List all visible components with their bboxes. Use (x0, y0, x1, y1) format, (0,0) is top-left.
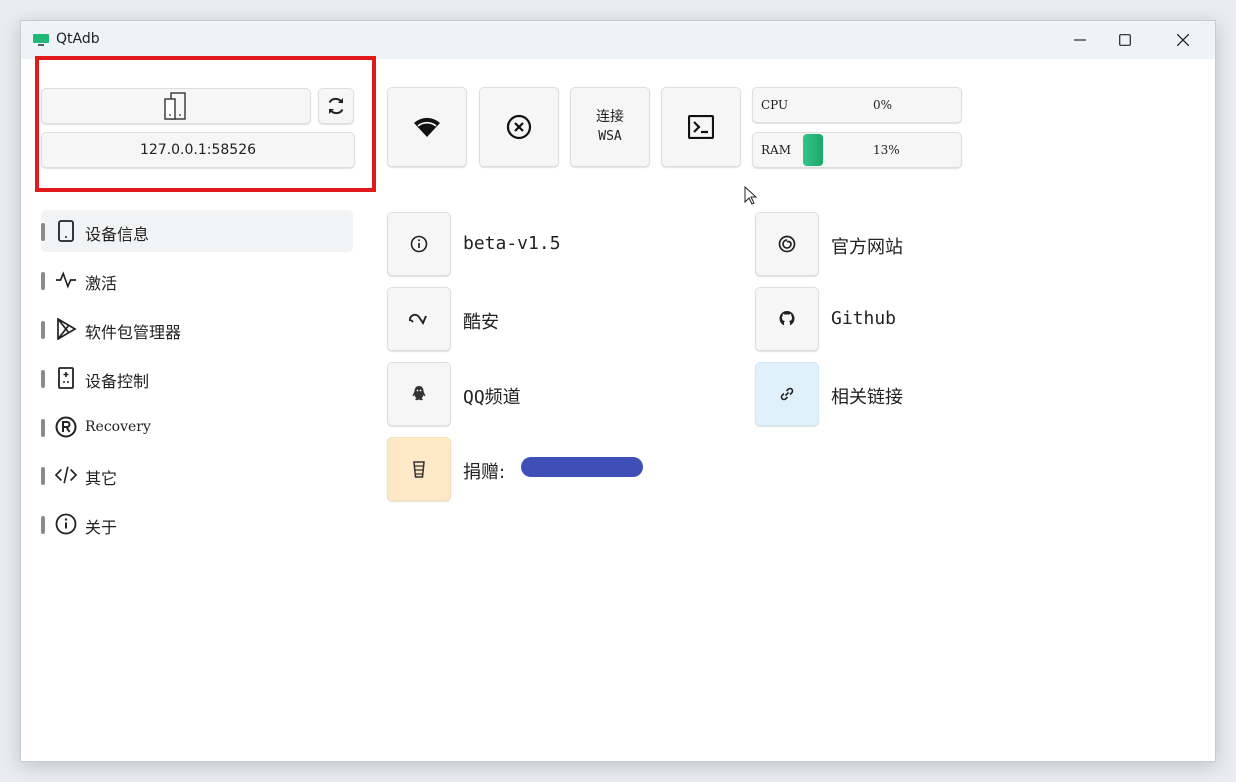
close-circle-icon (506, 114, 532, 140)
coolapk-icon (408, 313, 427, 325)
ram-meter: RAM 13% (752, 132, 962, 168)
disconnect-button[interactable] (479, 87, 559, 167)
phone-icon (55, 220, 77, 242)
close-button[interactable] (1160, 27, 1206, 53)
ram-label: RAM (761, 143, 791, 157)
nav-indicator (41, 370, 45, 388)
connect-wsa-button[interactable]: 连接 WSA (570, 87, 650, 167)
terminal-button[interactable] (661, 87, 741, 167)
title-bar: QtAdb (21, 21, 1215, 59)
website-button[interactable] (755, 212, 819, 276)
wsa-label-line2: WSA (598, 129, 622, 144)
wifi-button[interactable] (387, 87, 467, 167)
nav-indicator (41, 419, 45, 437)
sidebar-item-label: 设备控制 (85, 372, 150, 391)
qq-channel-button[interactable] (387, 362, 451, 426)
info-circle-icon (55, 513, 77, 535)
sidebar-item-label: 设备信息 (85, 225, 150, 244)
sidebar-item-recovery[interactable]: Recovery (41, 406, 353, 448)
code-icon (55, 464, 77, 486)
coolapk-text[interactable]: 酷安 (463, 308, 499, 334)
donate-button[interactable] (387, 437, 451, 501)
device-select-button[interactable] (41, 88, 311, 124)
sidebar-item-label: Recovery (85, 419, 151, 435)
github-icon (779, 311, 795, 326)
ram-usage-bar (803, 134, 823, 166)
terminal-icon (688, 115, 714, 139)
maximize-button[interactable] (1102, 27, 1148, 53)
activity-icon (55, 269, 77, 291)
refresh-button[interactable] (318, 88, 354, 124)
play-store-icon (55, 318, 77, 340)
donate-text: 捐赠: (463, 462, 506, 483)
sidebar-item-label: 激活 (85, 274, 118, 293)
coffee-cup-icon (413, 461, 425, 478)
nav-indicator (41, 272, 45, 290)
website-text[interactable]: 官方网站 (831, 233, 903, 259)
minimize-icon (1074, 39, 1086, 41)
version-text: beta-v1.5 (463, 233, 561, 254)
sidebar-item-label: 软件包管理器 (85, 323, 182, 342)
mouse-cursor-icon (744, 186, 758, 205)
related-links-text[interactable]: 相关链接 (831, 383, 903, 409)
cpu-value: 0% (873, 98, 893, 112)
minimize-button[interactable] (1057, 27, 1103, 53)
window-title: QtAdb (56, 31, 100, 47)
nav-indicator (41, 516, 45, 534)
app-window: QtAdb 127.0.0.1:58526 设备信息 激活 软件包管理器 设备控… (20, 20, 1216, 762)
device-address-button[interactable]: 127.0.0.1:58526 (41, 132, 355, 168)
qq-penguin-icon (412, 386, 426, 401)
info-icon (410, 235, 428, 253)
sidebar-item-activate[interactable]: 激活 (41, 259, 353, 301)
refresh-icon (328, 97, 344, 115)
sidebar-item-package-manager[interactable]: 软件包管理器 (41, 308, 353, 350)
nav-indicator (41, 223, 45, 241)
coolapk-button[interactable] (387, 287, 451, 351)
close-icon (1177, 34, 1189, 46)
cpu-label: CPU (761, 98, 789, 112)
redacted-content (521, 457, 643, 477)
related-links-button[interactable] (755, 362, 819, 426)
sidebar-item-other[interactable]: 其它 (41, 454, 353, 496)
sidebar-item-device-control[interactable]: 设备控制 (41, 357, 353, 399)
remote-control-icon (55, 367, 77, 389)
sidebar-item-device-info[interactable]: 设备信息 (41, 210, 353, 252)
wsa-label-line1: 连接 (596, 109, 624, 125)
wifi-icon (414, 117, 440, 137)
github-button[interactable] (755, 287, 819, 351)
recovery-icon (55, 416, 77, 438)
sidebar-item-label: 其它 (85, 469, 118, 488)
devices-icon (164, 92, 186, 120)
link-icon (780, 387, 794, 401)
qq-channel-text[interactable]: QQ频道 (463, 383, 521, 409)
sidebar-item-label: 关于 (85, 518, 118, 537)
ram-value: 13% (873, 143, 900, 157)
cpu-meter: CPU 0% (752, 87, 962, 123)
app-logo-icon (33, 34, 49, 46)
version-info-button[interactable] (387, 212, 451, 276)
highlight-box (35, 56, 376, 192)
nav-indicator (41, 321, 45, 339)
website-icon (778, 235, 796, 253)
nav-indicator (41, 467, 45, 485)
sidebar-item-about[interactable]: 关于 (41, 503, 353, 545)
github-text[interactable]: Github (831, 308, 896, 329)
maximize-icon (1119, 34, 1131, 46)
